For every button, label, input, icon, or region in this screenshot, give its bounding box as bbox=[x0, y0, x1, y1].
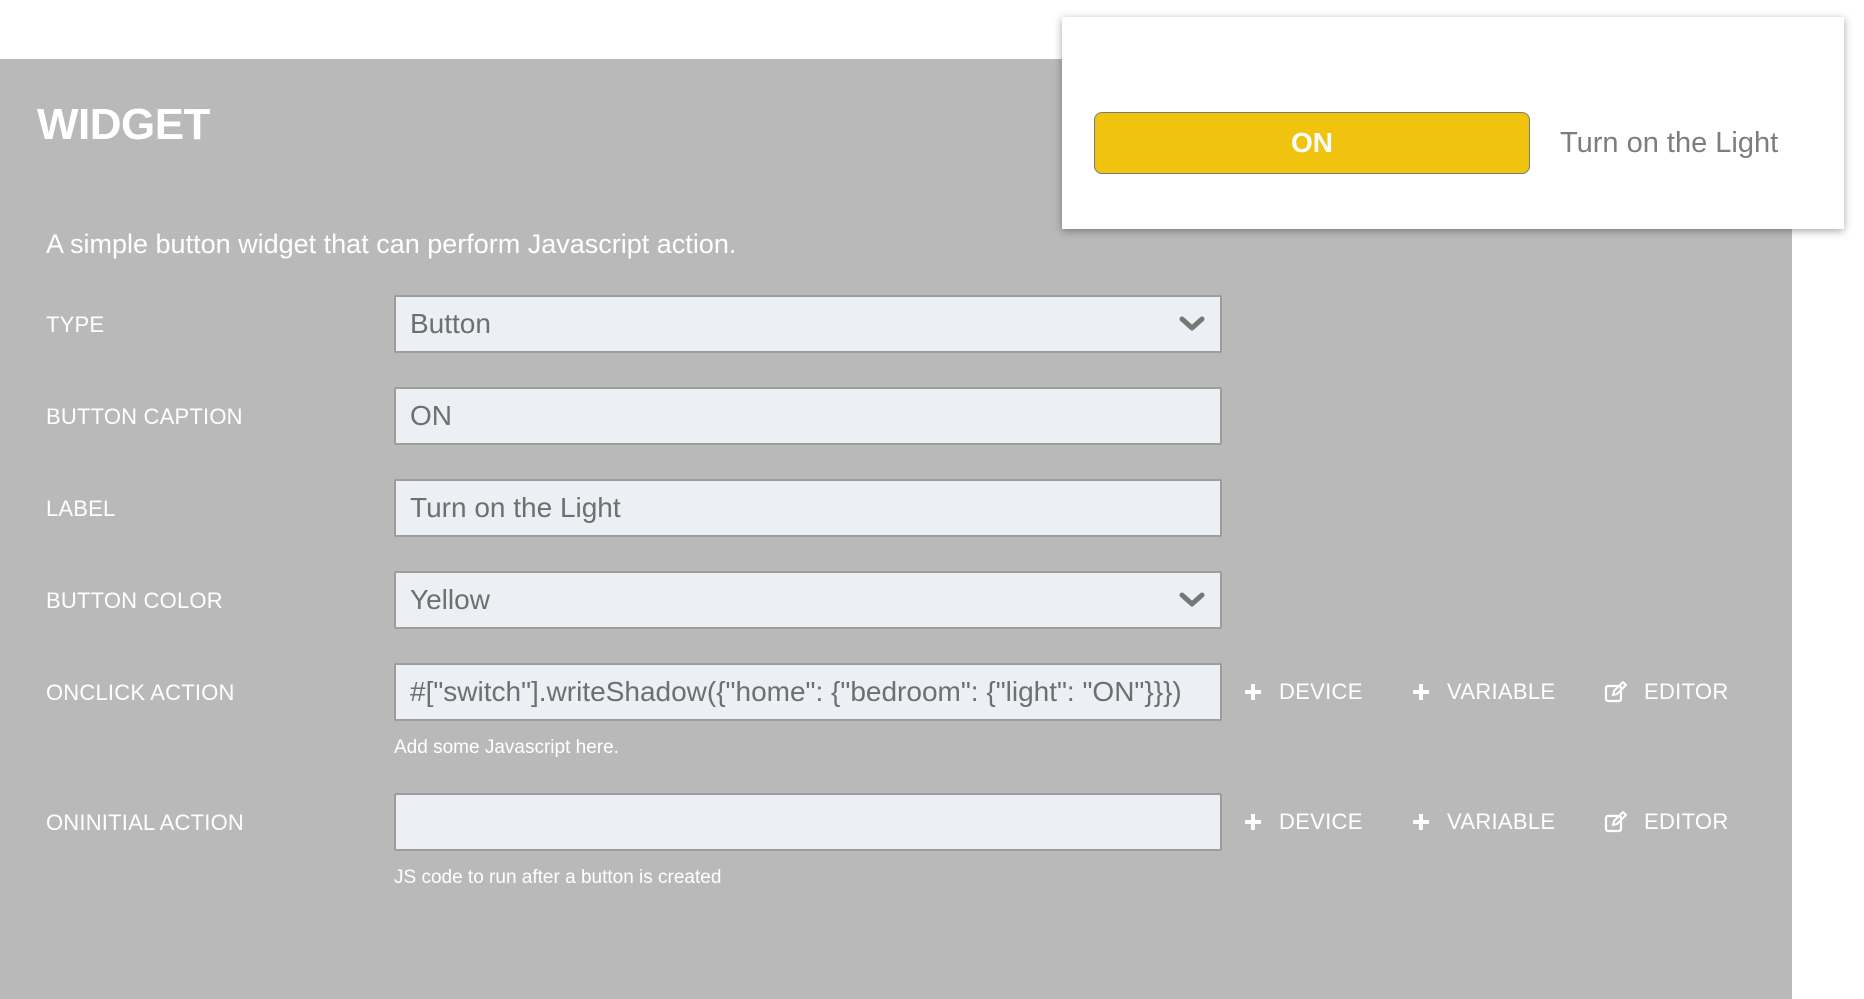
variable-label: VARIABLE bbox=[1447, 679, 1556, 704]
plus-icon bbox=[1411, 812, 1431, 832]
onclick-add-variable-button[interactable]: VARIABLE bbox=[1411, 679, 1555, 705]
chevron-down-icon bbox=[1178, 586, 1206, 614]
panel-title: WIDGET bbox=[37, 100, 210, 149]
panel-description: A simple button widget that can perform … bbox=[46, 229, 737, 259]
preview-label: Turn on the Light bbox=[1560, 127, 1779, 159]
type-select-value: Button bbox=[410, 308, 491, 339]
button-color-select[interactable]: Yellow bbox=[394, 571, 1222, 629]
button-color-label: BUTTON COLOR bbox=[46, 588, 223, 613]
onclick-add-device-button[interactable]: DEVICE bbox=[1243, 679, 1363, 705]
onclick-action-input[interactable] bbox=[394, 663, 1222, 721]
device-label: DEVICE bbox=[1279, 809, 1363, 834]
edit-icon bbox=[1604, 811, 1628, 833]
oninitial-action-input[interactable] bbox=[394, 793, 1222, 851]
oninitial-editor-button[interactable]: EDITOR bbox=[1604, 809, 1729, 835]
oninitial-add-device-button[interactable]: DEVICE bbox=[1243, 809, 1363, 835]
edit-icon bbox=[1604, 681, 1628, 703]
chevron-down-icon bbox=[1178, 310, 1206, 338]
variable-label: VARIABLE bbox=[1447, 809, 1556, 834]
label-input[interactable] bbox=[394, 479, 1222, 537]
plus-icon bbox=[1243, 812, 1263, 832]
device-label: DEVICE bbox=[1279, 679, 1363, 704]
preview-on-button[interactable]: ON bbox=[1094, 112, 1530, 174]
oninitial-add-variable-button[interactable]: VARIABLE bbox=[1411, 809, 1555, 835]
plus-icon bbox=[1411, 682, 1431, 702]
onclick-editor-button[interactable]: EDITOR bbox=[1604, 679, 1729, 705]
button-caption-label: BUTTON CAPTION bbox=[46, 404, 243, 429]
type-label: TYPE bbox=[46, 312, 105, 337]
editor-label: EDITOR bbox=[1644, 809, 1729, 834]
type-select[interactable]: Button bbox=[394, 295, 1222, 353]
onclick-action-label: ONCLICK ACTION bbox=[46, 680, 235, 705]
plus-icon bbox=[1243, 682, 1263, 702]
onclick-action-hint: Add some Javascript here. bbox=[394, 737, 619, 758]
oninitial-action-hint: JS code to run after a button is created bbox=[394, 867, 722, 888]
button-color-select-value: Yellow bbox=[410, 584, 490, 615]
oninitial-action-label: ONINITIAL ACTION bbox=[46, 810, 244, 835]
widget-preview-card: ON Turn on the Light bbox=[1062, 17, 1844, 229]
button-caption-input[interactable] bbox=[394, 387, 1222, 445]
label-label: LABEL bbox=[46, 496, 116, 521]
editor-label: EDITOR bbox=[1644, 679, 1729, 704]
